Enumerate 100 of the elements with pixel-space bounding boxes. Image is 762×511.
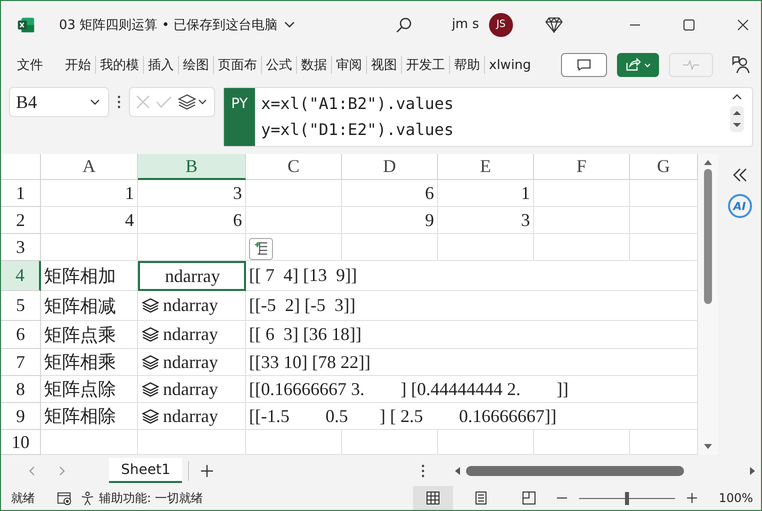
ribbon-tab[interactable]: xlwing — [485, 54, 536, 76]
table-cell: [[0.16666667 3. ] [0.44444444 2. ]] — [246, 376, 698, 403]
python-object-icon[interactable] — [142, 382, 159, 396]
ribbon-tab[interactable]: 帮助 — [450, 53, 484, 77]
cell-value: ndarray — [163, 324, 218, 345]
table-cell: 4 — [41, 207, 138, 234]
add-sheet-icon[interactable] — [201, 464, 214, 476]
accessibility-status[interactable]: 辅助功能: 一切就绪 — [99, 490, 203, 506]
table-cell: 1 — [41, 180, 138, 207]
column-header[interactable]: C — [246, 154, 342, 180]
close-icon[interactable] — [737, 18, 749, 30]
page-break-icon — [522, 491, 536, 505]
sheet-tab[interactable]: Sheet1 — [109, 458, 182, 483]
row-header[interactable]: 7 — [1, 349, 41, 376]
column-header[interactable]: D — [342, 154, 438, 180]
row-header[interactable]: 4 — [1, 261, 41, 291]
status-text: 就绪 — [11, 490, 35, 506]
table-cell: 矩阵相加 — [41, 261, 138, 291]
row-header[interactable]: 10 — [1, 430, 41, 455]
ribbon-tab[interactable]: 插入 — [144, 53, 178, 77]
formula-field[interactable]: PY x=xl("A1:B2").values y=xl("D1:E2").values — [223, 87, 753, 147]
table-cell: 6 — [342, 180, 438, 207]
ribbon-tab[interactable]: 我的模 — [96, 53, 143, 77]
accessibility-icon[interactable] — [80, 490, 95, 506]
ribbon-tab[interactable]: 开发工 — [402, 53, 449, 77]
column-header[interactable]: F — [534, 154, 630, 180]
python-object-icon[interactable] — [142, 298, 159, 313]
row-header[interactable]: 5 — [1, 291, 41, 321]
check-icon[interactable] — [156, 96, 172, 108]
comment-icon — [577, 59, 591, 71]
table-cell: [[-1.5 0.5 ] [ 2.5 0.16666667]] — [246, 403, 698, 430]
cell-value: ndarray — [163, 352, 218, 372]
python-object-icon[interactable] — [142, 408, 159, 424]
table-cell: 矩阵相乘 — [41, 349, 138, 376]
diamond-icon[interactable] — [545, 16, 563, 32]
user-name[interactable]: jm s — [452, 17, 479, 32]
row-header[interactable]: 3 — [1, 234, 41, 261]
cell-value: ndarray — [165, 266, 220, 286]
python-object-icon[interactable] — [142, 327, 159, 342]
ribbon-tab[interactable]: 数据 — [297, 53, 331, 77]
scroll-down-icon[interactable] — [704, 444, 712, 449]
scroll-thumb[interactable] — [704, 169, 712, 304]
comments-button[interactable] — [561, 53, 607, 77]
column-header[interactable]: A — [41, 154, 138, 180]
previous-sheet-icon[interactable] — [29, 466, 35, 476]
ribbon-tab[interactable]: 公式 — [262, 53, 296, 77]
macro-record-icon[interactable] — [57, 490, 72, 506]
table-cell: 矩阵点乘 — [41, 321, 138, 349]
user-avatar[interactable]: JS — [489, 12, 513, 36]
python-object-icon[interactable] — [142, 354, 159, 370]
scroll-arrows-icon[interactable] — [730, 106, 744, 132]
chevron-down-icon[interactable] — [284, 21, 295, 28]
column-header[interactable]: B — [138, 154, 246, 180]
view-button[interactable] — [412, 486, 453, 510]
share-button[interactable] — [617, 53, 659, 77]
cell-value: ndarray — [163, 406, 218, 426]
maximize-icon[interactable] — [683, 18, 695, 30]
ribbon-tab[interactable]: 文件 — [13, 53, 47, 77]
column-header[interactable]: G — [630, 154, 698, 180]
column-header[interactable]: E — [438, 154, 534, 180]
row-header[interactable]: 9 — [1, 403, 41, 430]
zoom-level[interactable]: 100% — [718, 491, 753, 505]
more-icon[interactable] — [421, 464, 425, 478]
row-header[interactable]: 8 — [1, 376, 41, 403]
feedback-icon[interactable] — [731, 55, 751, 75]
zoom-in-icon[interactable] — [686, 493, 697, 503]
scroll-up-icon[interactable] — [704, 160, 712, 165]
table-cell: 矩阵相除 — [41, 403, 138, 430]
search-icon[interactable] — [396, 16, 412, 32]
ribbon-tab[interactable]: 开始 — [61, 53, 95, 77]
add-rows-icon — [254, 241, 268, 256]
name-box[interactable]: B4 — [9, 87, 109, 117]
table-cell: [[33 10] [78 22]] — [246, 349, 698, 376]
collapse-pane-icon[interactable] — [732, 168, 748, 182]
insert-rows-button[interactable] — [249, 238, 273, 260]
table-cell: 矩阵相减 — [41, 291, 138, 321]
scroll-right-icon[interactable] — [750, 466, 755, 474]
cell-value: ndarray — [163, 295, 218, 316]
python-output-icon[interactable] — [178, 94, 208, 110]
row-header[interactable]: 1 — [1, 180, 41, 207]
window-title[interactable]: 03 矩阵四则运算 • 已保存到这台电脑 — [59, 16, 278, 34]
scroll-thumb[interactable] — [466, 466, 684, 476]
ribbon-tab[interactable]: 审阅 — [332, 53, 366, 77]
vertical-scrollbar[interactable] — [698, 154, 718, 455]
ribbon-tab[interactable]: 绘图 — [179, 53, 213, 77]
table-cell: [[-5 2] [-5 3]] — [246, 291, 698, 321]
table-cell: [[ 7 4] [13 9]] — [246, 261, 698, 291]
ai-assistant-button[interactable]: AI — [728, 194, 752, 218]
next-sheet-icon[interactable] — [59, 466, 65, 476]
row-header[interactable]: 6 — [1, 321, 41, 349]
ribbon-tab[interactable]: 视图 — [367, 53, 401, 77]
code-line: x=xl("A1:B2").values — [261, 93, 454, 115]
page-icon — [474, 491, 488, 505]
table-cell: [[ 6 3] [36 18]] — [246, 321, 698, 349]
ribbon-tab[interactable]: 页面布 — [214, 53, 261, 77]
collapse-icon[interactable] — [732, 94, 742, 100]
scroll-left-icon[interactable] — [455, 466, 460, 474]
table-cell: 矩阵点除 — [41, 376, 138, 403]
row-header[interactable]: 2 — [1, 207, 41, 234]
more-icon[interactable] — [117, 95, 121, 109]
